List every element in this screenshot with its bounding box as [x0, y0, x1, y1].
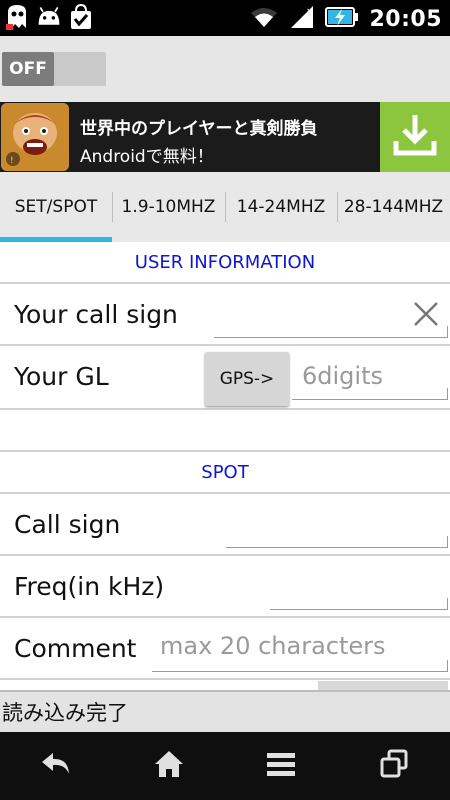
your-call-sign-label: Your call sign: [14, 299, 178, 329]
status-bar: × 20:05: [0, 0, 450, 36]
system-icons: × 20:05: [249, 4, 442, 34]
menu-button[interactable]: [251, 736, 311, 796]
freq-row: Freq(in kHz): [0, 556, 450, 618]
your-call-sign-row: Your call sign: [0, 284, 450, 346]
spacer-row: [0, 410, 450, 452]
user-information-header: USER INFORMATION: [0, 242, 450, 284]
comment-row: Comment max 20 characters: [0, 618, 450, 680]
comment-label: Comment: [14, 633, 137, 663]
recent-apps-button[interactable]: [364, 736, 424, 796]
freq-input[interactable]: [270, 598, 448, 610]
status-message: 読み込み完了: [0, 690, 450, 732]
home-icon: [153, 749, 185, 783]
ad-headline: 世界中のプレイヤーと真剣勝負: [80, 119, 318, 139]
ad-banner[interactable]: ! 世界中のプレイヤーと真剣勝負 Androidで無料！: [0, 102, 450, 172]
your-gl-row: Your GL GPS-> 6digits: [0, 346, 450, 410]
grid-locator-placeholder: 6digits: [302, 362, 383, 390]
clash-game-icon: !: [1, 103, 69, 171]
home-button[interactable]: [139, 736, 199, 796]
menu-icon: [265, 751, 297, 781]
freq-label: Freq(in kHz): [14, 571, 165, 601]
comment-input[interactable]: [152, 660, 448, 672]
tab-set-spot[interactable]: SET/SPOT: [0, 172, 112, 242]
call-sign-row: Call sign: [0, 494, 450, 556]
tab-1-9-10mhz[interactable]: 1.9-10MHZ: [112, 172, 225, 242]
call-sign-input[interactable]: [226, 536, 448, 548]
toggle-row: OFF: [0, 36, 450, 102]
submit-button-partial[interactable]: [318, 681, 448, 690]
android-icon: [36, 2, 62, 32]
wifi-icon: [249, 5, 279, 33]
notification-icons: [4, 2, 94, 32]
back-icon: [39, 750, 73, 782]
comment-placeholder: max 20 characters: [160, 632, 386, 660]
navigation-bar: [0, 732, 450, 800]
clear-icon[interactable]: [412, 300, 440, 328]
svg-text:×: ×: [306, 7, 314, 17]
back-button[interactable]: [26, 736, 86, 796]
ad-download-button[interactable]: [380, 102, 450, 172]
spot-header: SPOT: [0, 452, 450, 494]
gps-button[interactable]: GPS->: [205, 352, 289, 406]
signal-icon: ×: [289, 4, 315, 34]
your-gl-label: Your GL: [14, 361, 109, 391]
shopping-bag-check-icon: [68, 2, 94, 32]
svg-text:!: !: [10, 156, 14, 166]
recent-apps-icon: [379, 749, 409, 783]
tab-14-24mhz[interactable]: 14-24MHZ: [225, 172, 337, 242]
band-tabs: SET/SPOT 1.9-10MHZ 14-24MHZ 28-144MHZ: [0, 172, 450, 242]
power-toggle[interactable]: OFF: [2, 52, 106, 86]
clock: 20:05: [369, 6, 442, 32]
download-icon: [391, 111, 439, 163]
app-screen: × 20:05 OFF ! 世界中のプレイヤーと真剣勝負 Androidで無料！…: [0, 0, 450, 800]
battery-charging-icon: [325, 5, 359, 33]
form-content: USER INFORMATION Your call sign Your GL …: [0, 242, 450, 690]
call-sign-label: Call sign: [14, 509, 121, 539]
ghost-app-icon: [4, 2, 30, 32]
tab-28-144mhz[interactable]: 28-144MHZ: [337, 172, 450, 242]
ad-subline: Androidで無料！: [80, 147, 214, 167]
toggle-label: OFF: [2, 52, 54, 86]
